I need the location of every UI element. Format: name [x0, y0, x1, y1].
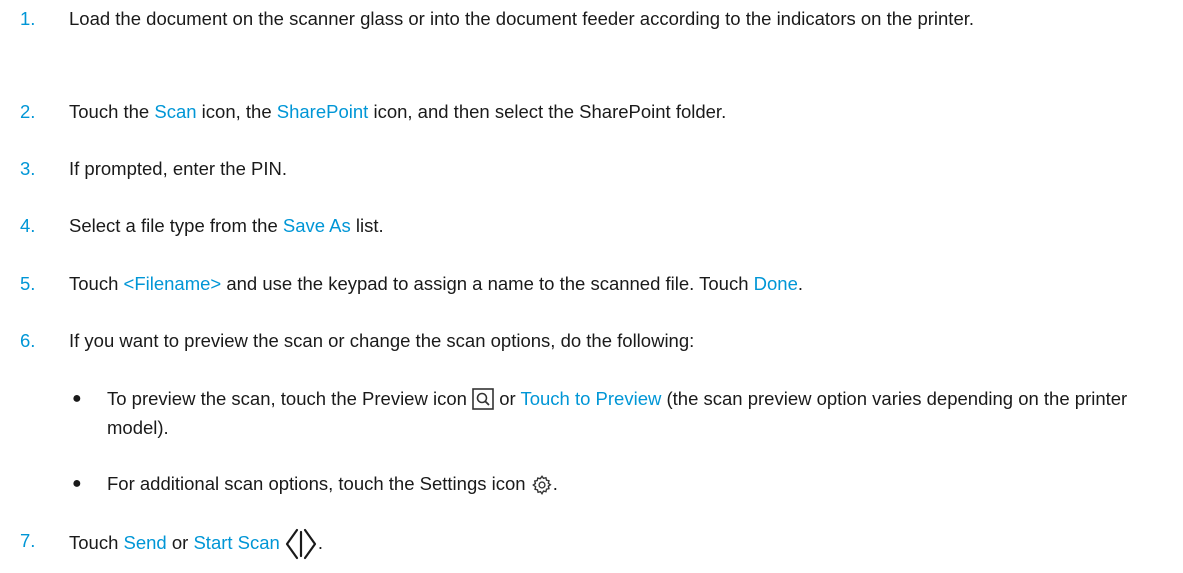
done-link: Done	[753, 273, 798, 294]
text-run: Touch	[69, 531, 124, 553]
step-number: 2.	[20, 101, 36, 122]
settings-gear-icon	[531, 471, 553, 499]
text-run: To preview the scan, touch the Preview i…	[107, 388, 473, 409]
text-run: .	[552, 473, 558, 494]
start-scan-icon	[284, 527, 318, 561]
text-run: icon, the	[196, 101, 277, 122]
bullet-dot: ●	[72, 390, 82, 407]
sharepoint-link: SharePoint	[276, 101, 369, 122]
step-text: Select a file type from the Save As list…	[69, 212, 1163, 240]
touch-to-preview-link: Touch to Preview	[520, 388, 662, 409]
step-text: Touch Send or Start Scan.	[69, 527, 1163, 561]
step-number: 1.	[20, 8, 36, 29]
start-scan-link: Start Scan	[193, 531, 280, 553]
step-text: Load the document on the scanner glass o…	[69, 8, 975, 29]
instruction-page: 1. Load the document on the scanner glas…	[0, 0, 1183, 573]
step-number: 7.	[20, 530, 36, 551]
send-link: Send	[123, 531, 167, 553]
step-number: 3.	[20, 158, 36, 179]
step-number: 5.	[20, 273, 36, 294]
text-run: Touch	[69, 273, 124, 294]
bullet-text: For additional scan options, touch the S…	[107, 470, 1163, 499]
text-run: or	[494, 388, 521, 409]
text-run: list.	[350, 215, 384, 236]
text-run: or	[166, 531, 194, 553]
text-run: For additional scan options, touch the S…	[107, 473, 531, 494]
text-run: .	[317, 531, 323, 553]
step-number: 6.	[20, 330, 36, 351]
text-run: Touch the	[69, 101, 155, 122]
step-text: Touch the Scan icon, the SharePoint icon…	[69, 98, 1163, 126]
text-run: and use the keypad to assign a name to t…	[221, 273, 754, 294]
filename-link: <Filename>	[123, 273, 222, 294]
save-as-link: Save As	[282, 215, 351, 236]
step-text: Touch <Filename> and use the keypad to a…	[69, 270, 1163, 298]
step-text: If you want to preview the scan or chang…	[69, 330, 695, 351]
bullet-dot: ●	[72, 475, 82, 492]
step-number: 4.	[20, 215, 36, 236]
preview-icon	[472, 386, 494, 414]
text-run: icon, and then select the SharePoint fol…	[368, 101, 727, 122]
text-run: Select a file type from the	[69, 215, 283, 236]
scan-link: Scan	[154, 101, 197, 122]
text-run: .	[797, 273, 804, 294]
step-text: If prompted, enter the PIN.	[69, 158, 287, 179]
bullet-text: To preview the scan, touch the Preview i…	[107, 385, 1163, 442]
